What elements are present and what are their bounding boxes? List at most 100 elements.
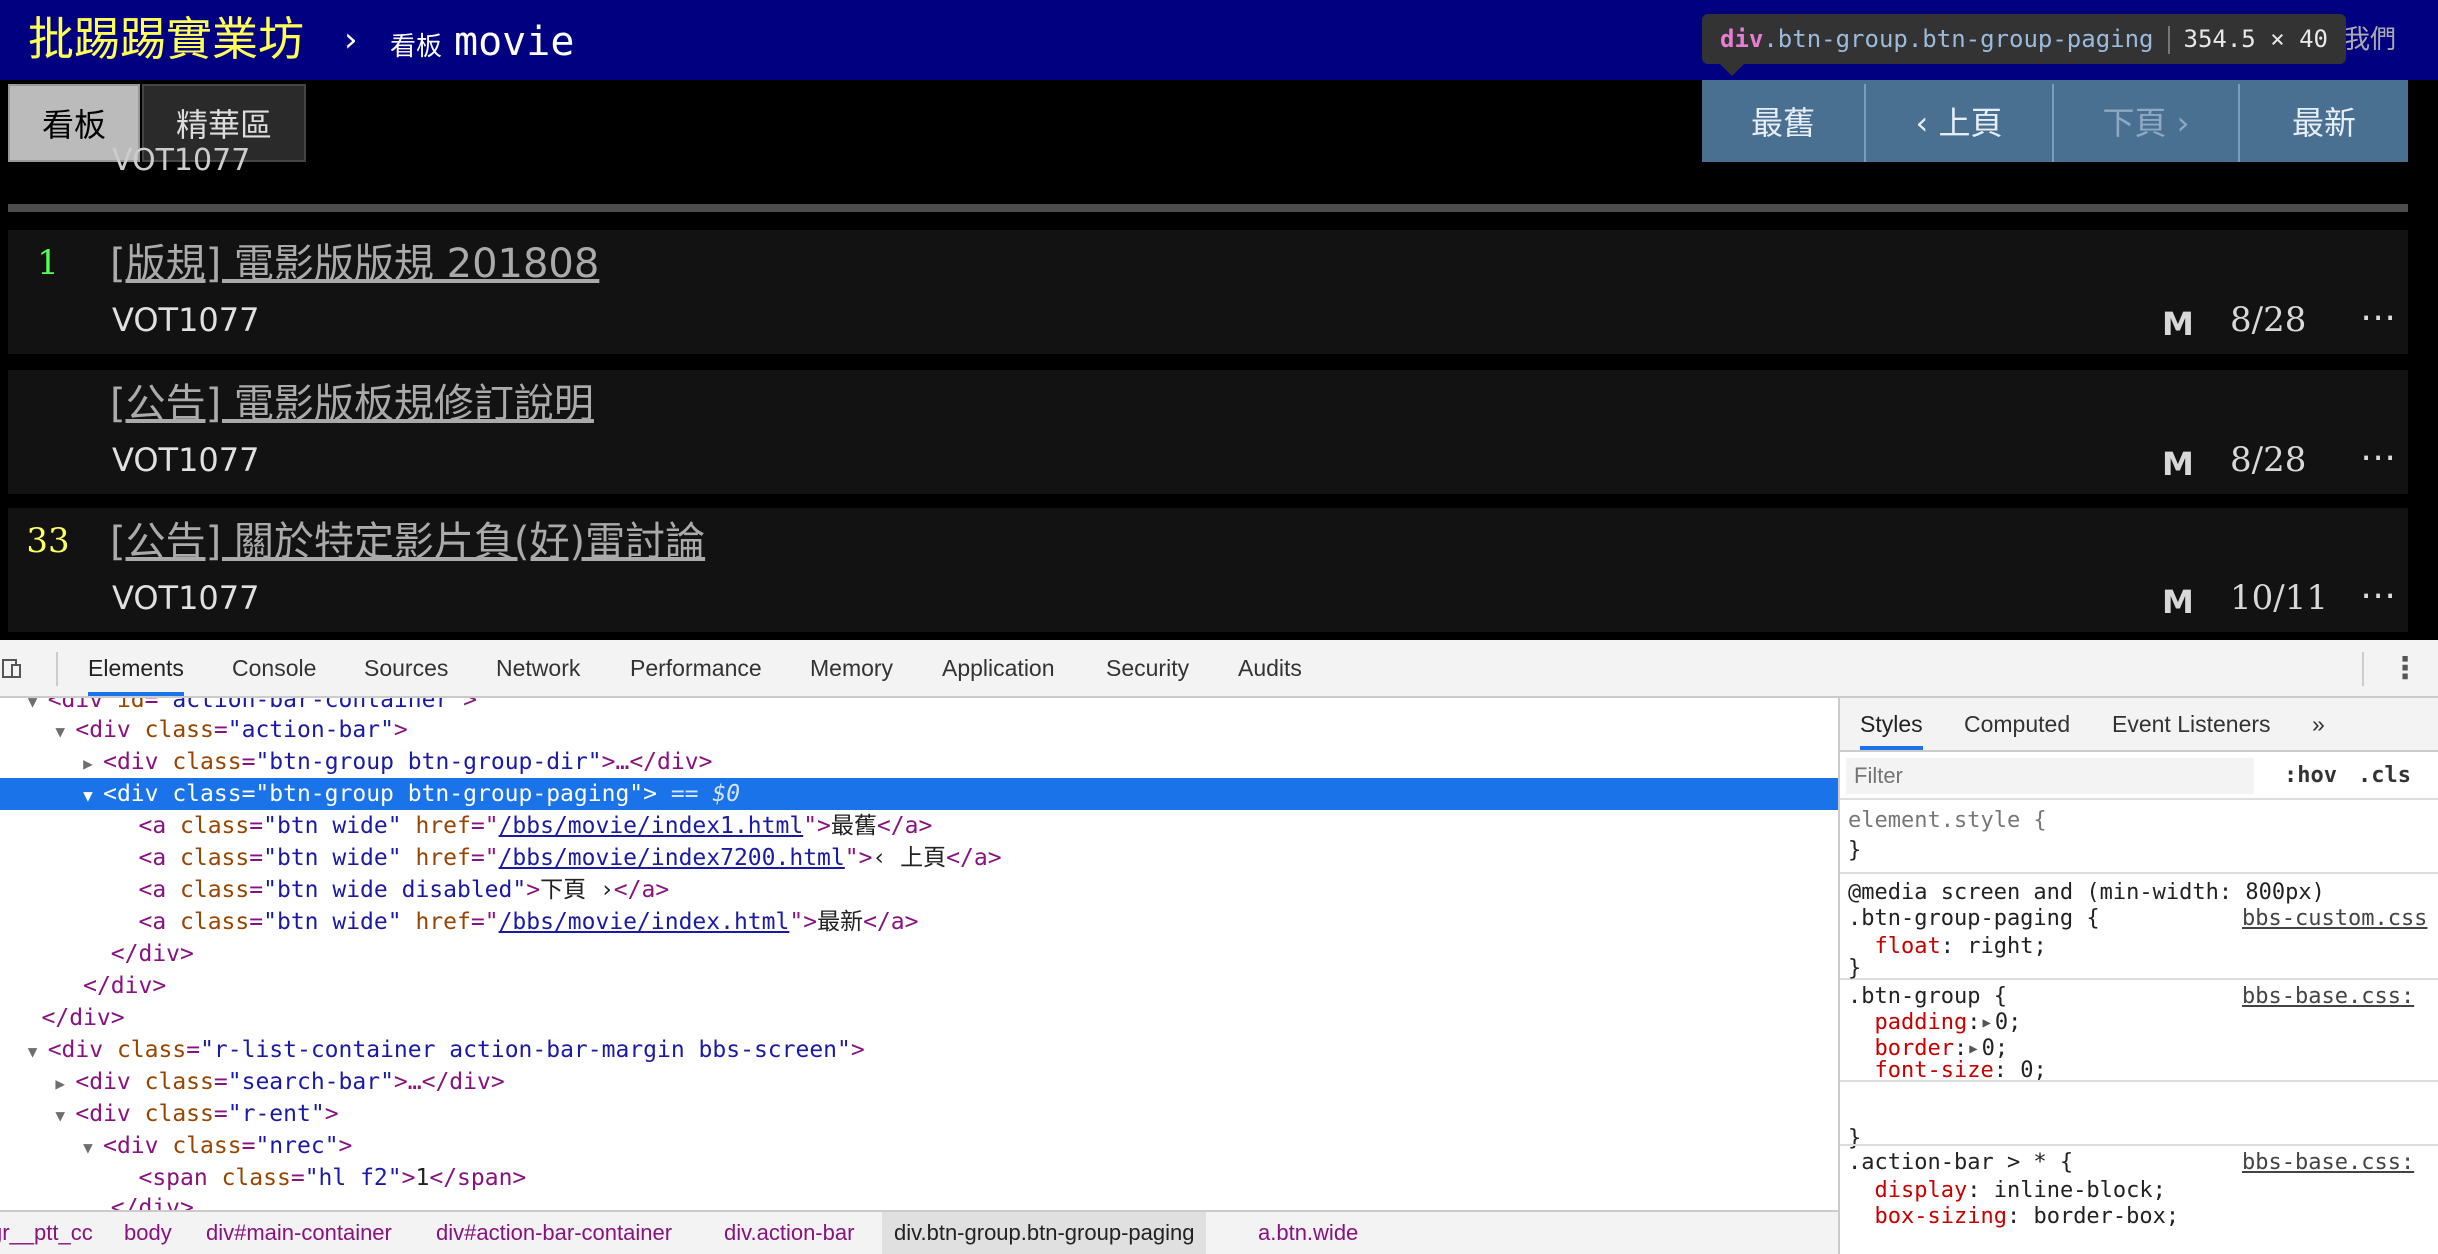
breadcrumb-separator: › [344, 20, 358, 60]
tabbar-divider [56, 652, 58, 686]
stylesheet-link[interactable]: bbs-base.css: [2242, 982, 2414, 1012]
article-title-link[interactable]: [公告] 關於特定影片負(好)雷討論 [110, 514, 705, 570]
breadcrumb-item[interactable]: div.action-bar [724, 1212, 854, 1254]
push-count: 33 [26, 521, 70, 561]
elements-tree: ▼ <div id="action-bar-container"> ▼ <div c… [0, 698, 1838, 1210]
dom-node-selected[interactable]: ▼ <div class="btn-group btn-group-paging"… [0, 778, 1838, 810]
article-author: VOT1077 [112, 441, 260, 479]
article-date: 10/11 [2230, 578, 2328, 618]
breadcrumb-board-name[interactable]: movie [454, 14, 574, 70]
more-icon[interactable]: ⋯ [2360, 434, 2398, 482]
styles-filter-row: :hov .cls [1840, 752, 2438, 800]
breadcrumb-board-prefix: 看板 [390, 32, 443, 62]
more-options-icon[interactable]: ⋮ [2390, 652, 2420, 686]
dom-node[interactable]: </div> [0, 1002, 1838, 1034]
css-rule: @media screen and (min-width: 800px) .bt… [1840, 874, 2438, 980]
href-link[interactable]: /bbs/movie/index1.html [499, 813, 804, 839]
more-icon[interactable]: ⋯ [2360, 294, 2398, 342]
dom-node[interactable]: </div> [0, 1192, 1838, 1210]
stylesheet-link[interactable]: bbs-custom.css [2242, 904, 2427, 934]
dom-breadcrumbs: gr__ptt_cc body div#main-container div#a… [0, 1210, 1838, 1254]
tab-security[interactable]: Security [1106, 640, 1189, 696]
css-rule: .action-bar > * { bbs-base.css: display:… [1840, 1144, 2438, 1254]
breadcrumb-item[interactable]: gr__ptt_cc [0, 1212, 93, 1254]
css-rule: .btn-group { bbs-base.css: padding: ▶ 0; b… [1840, 980, 2438, 1082]
newest-page-button[interactable]: 最新 [2240, 84, 2408, 162]
dom-node[interactable]: <a class="btn wide" href="/bbs/movie/ind… [0, 906, 1838, 938]
inspector-tooltip: div.btn-group.btn-group-paging 354.5 × 40 [1702, 14, 2346, 64]
dom-node[interactable]: ▼ <div class="r-ent"> [0, 1098, 1838, 1130]
dom-node[interactable]: ▼ <div class="nrec"> [0, 1130, 1838, 1162]
breadcrumb-item-active[interactable]: div.btn-group.btn-group-paging [882, 1212, 1207, 1254]
tab-computed[interactable]: Computed [1964, 698, 2070, 750]
dom-node[interactable]: <a class="btn wide" href="/bbs/movie/ind… [0, 842, 1838, 874]
push-count: 1 [37, 243, 59, 283]
tooltip-arrow [1720, 64, 1744, 76]
ptt-page: 批踢踢實業坊 › 看板 movie 於我們 div.btn-group.btn-… [0, 0, 2438, 640]
stylesheet-link[interactable]: bbs-base.css: [2242, 1148, 2414, 1178]
partial-row-author: VOT1077 [112, 143, 251, 178]
devtools-panel: Elements Console Sources Network Perform… [0, 640, 2438, 1254]
article-mark: M [2162, 445, 2194, 483]
oldest-page-button[interactable]: 最舊 [1702, 84, 1866, 162]
device-toggle-icon[interactable] [2, 656, 26, 680]
dom-node[interactable]: ▼ <div class="action-bar"> [0, 714, 1838, 746]
article-mark: M [2162, 583, 2194, 621]
dom-node[interactable]: <a class="btn wide disabled">下頁 ›</a> [0, 874, 1838, 906]
href-link[interactable]: /bbs/movie/index7200.html [499, 845, 845, 871]
collapse-arrow-icon[interactable]: ▼ [83, 1132, 103, 1164]
expand-arrow-icon[interactable]: ▶ [55, 1068, 75, 1100]
styles-tabbar: Styles Computed Event Listeners » [1840, 698, 2438, 752]
dom-node[interactable]: </div> [0, 970, 1838, 1002]
tooltip-divider [2167, 26, 2170, 54]
expand-arrow-icon[interactable]: ▶ [83, 748, 103, 780]
article-title-link[interactable]: [公告] 電影版板規修訂說明 [110, 376, 594, 432]
breadcrumb-item[interactable]: div#action-bar-container [436, 1212, 672, 1254]
tab-performance[interactable]: Performance [630, 640, 762, 696]
article-title-link[interactable]: [版規] 電影版版規 201808 [110, 236, 599, 292]
article-author: VOT1077 [112, 579, 260, 617]
styles-filter-input[interactable] [1846, 758, 2254, 794]
dom-node[interactable]: </div> [0, 938, 1838, 970]
more-tabs-icon[interactable]: » [2312, 698, 2325, 750]
article-date: 8/28 [2230, 440, 2307, 480]
list-item: [公告] 電影版板規修訂說明 VOT1077 M 8/28 ⋯ [8, 370, 2408, 494]
dom-node[interactable]: ▼ <div class="r-list-container action-bar… [0, 1034, 1838, 1066]
styles-sidebar: Styles Computed Event Listeners » :hov .… [1838, 698, 2438, 1254]
tooltip-classes: .btn-group.btn-group-paging [1763, 25, 2154, 53]
dom-node[interactable]: <span class="hl f2">1</span> [0, 1162, 1838, 1194]
more-icon[interactable]: ⋯ [2360, 572, 2398, 620]
devtools-tabbar: Elements Console Sources Network Perform… [0, 640, 2438, 698]
tab-styles[interactable]: Styles [1860, 698, 1923, 750]
tab-network[interactable]: Network [496, 640, 580, 696]
tooltip-tag: div [1720, 25, 1764, 53]
collapse-arrow-icon[interactable]: ▼ [55, 1100, 75, 1132]
dom-node[interactable]: ▶ <div class="btn-group btn-group-dir">…<… [0, 746, 1838, 778]
tab-memory[interactable]: Memory [810, 640, 893, 696]
collapse-arrow-icon[interactable]: ▼ [83, 780, 103, 812]
article-author: VOT1077 [112, 301, 260, 339]
tab-elements[interactable]: Elements [88, 640, 184, 696]
breadcrumb-item[interactable]: div#main-container [206, 1212, 392, 1254]
article-date: 8/28 [2230, 300, 2307, 340]
collapse-arrow-icon[interactable]: ▼ [28, 1036, 48, 1068]
prev-page-button[interactable]: ‹ 上頁 [1866, 84, 2054, 162]
tab-application[interactable]: Application [942, 640, 1055, 696]
breadcrumb-item[interactable]: a.btn.wide [1258, 1212, 1358, 1254]
tabbar-divider [2362, 652, 2364, 686]
dom-node[interactable]: ▶ <div class="search-bar">…</div> [0, 1066, 1838, 1098]
collapse-arrow-icon[interactable]: ▼ [55, 716, 75, 748]
breadcrumb-item[interactable]: body [124, 1212, 172, 1254]
class-toggle[interactable]: .cls [2358, 758, 2411, 794]
list-item: 1 [版規] 電影版版規 201808 VOT1077 M 8/28 ⋯ [8, 230, 2408, 354]
tab-sources[interactable]: Sources [364, 640, 448, 696]
href-link[interactable]: /bbs/movie/index.html [499, 909, 790, 935]
dom-node[interactable]: <a class="btn wide" href="/bbs/movie/ind… [0, 810, 1838, 842]
tab-console[interactable]: Console [232, 640, 316, 696]
next-page-button: 下頁 › [2054, 84, 2240, 162]
hover-state-toggle[interactable]: :hov [2284, 758, 2337, 794]
site-title[interactable]: 批踢踢實業坊 [28, 8, 304, 70]
tab-event-listeners[interactable]: Event Listeners [2112, 698, 2271, 750]
list-separator [8, 204, 2408, 212]
tab-audits[interactable]: Audits [1238, 640, 1302, 696]
